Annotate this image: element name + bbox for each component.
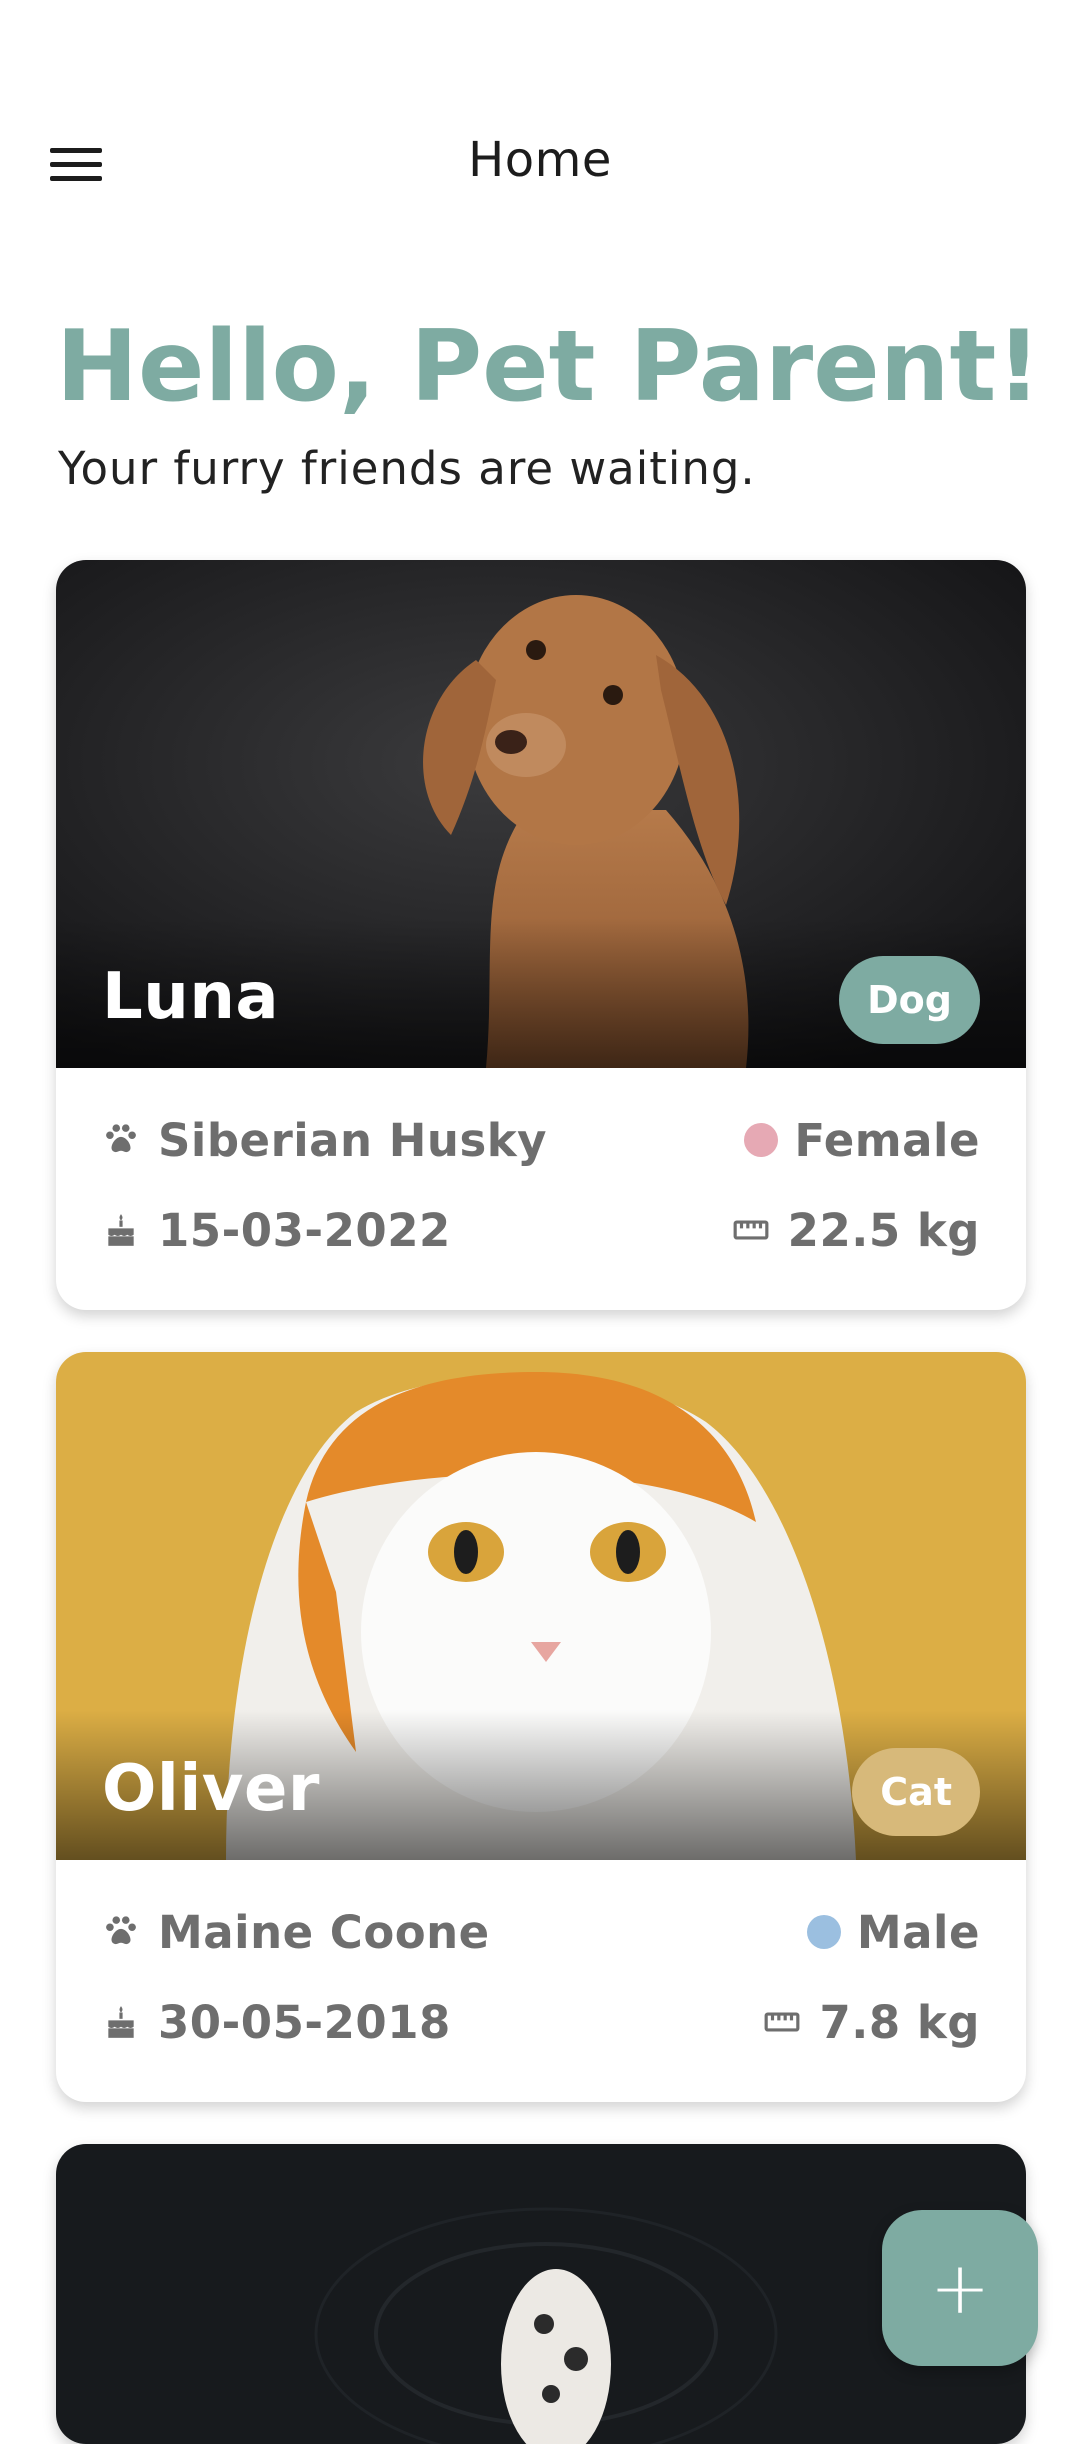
pet-name: Oliver [102, 1752, 320, 1826]
gender-info: Female [744, 1114, 980, 1167]
breed-info: Maine Coone [102, 1906, 490, 1959]
pet-name: Luna [102, 960, 280, 1034]
birthday-info: 15-03-2022 [102, 1204, 451, 1257]
pet-details: Siberian Husky Female 15-03-2022 22.5 kg [56, 1068, 1026, 1310]
breed-text: Siberian Husky [158, 1113, 547, 1167]
paw-icon [106, 1916, 136, 1945]
pet-card-oliver[interactable]: Oliver Cat Maine Coone Male 30-05-2018 7… [56, 1352, 1026, 2102]
ruler-icon [765, 2012, 800, 2032]
birthday-info: 30-05-2018 [102, 1996, 451, 2049]
birthdate-text: 30-05-2018 [158, 1995, 451, 2049]
page-title: Home [468, 132, 612, 188]
female-dot-icon [744, 1123, 779, 1157]
weight-info: 22.5 kg [732, 1204, 980, 1257]
pet-type-badge: Cat [852, 1748, 980, 1836]
pet-card-luna[interactable]: Luna Dog Siberian Husky Female 15-03-202… [56, 560, 1026, 1310]
gender-info: Male [806, 1905, 980, 1959]
gender-text: Male [856, 1905, 980, 1959]
weight-text: 7.8 kg [819, 1995, 980, 2049]
weight-text: 22.5 kg [787, 1203, 980, 1257]
breed-info: Siberian Husky [102, 1114, 547, 1167]
gender-text: Female [794, 1113, 980, 1167]
pet-photo: Oliver Cat [56, 1352, 1026, 1860]
greeting-title: Hello, Pet Parent! [56, 310, 1042, 424]
pet-photo: Luna Dog [56, 560, 1026, 1068]
app-bar: Home [0, 0, 1080, 240]
paw-icon [106, 1124, 136, 1153]
pet-type-badge: Dog [839, 956, 980, 1044]
pet-details: Maine Coone Male 30-05-2018 7.8 kg [56, 1860, 1026, 2102]
pet-photo [56, 2144, 1026, 2444]
pet-card-fish[interactable] [56, 2144, 1026, 2444]
add-pet-button[interactable]: + [882, 2210, 1038, 2366]
cake-icon [108, 2006, 134, 2038]
weight-info: 7.8 kg [763, 1996, 980, 2049]
birthdate-text: 15-03-2022 [158, 1203, 451, 1257]
breed-text: Maine Coone [158, 1905, 490, 1959]
ruler-icon [733, 1220, 769, 1240]
male-dot-icon [806, 1915, 841, 1949]
plus-icon: + [929, 2246, 991, 2330]
cake-icon [108, 1214, 134, 1246]
greeting-subtitle: Your furry friends are waiting. [58, 442, 756, 495]
fish-photo [56, 2144, 1026, 2444]
